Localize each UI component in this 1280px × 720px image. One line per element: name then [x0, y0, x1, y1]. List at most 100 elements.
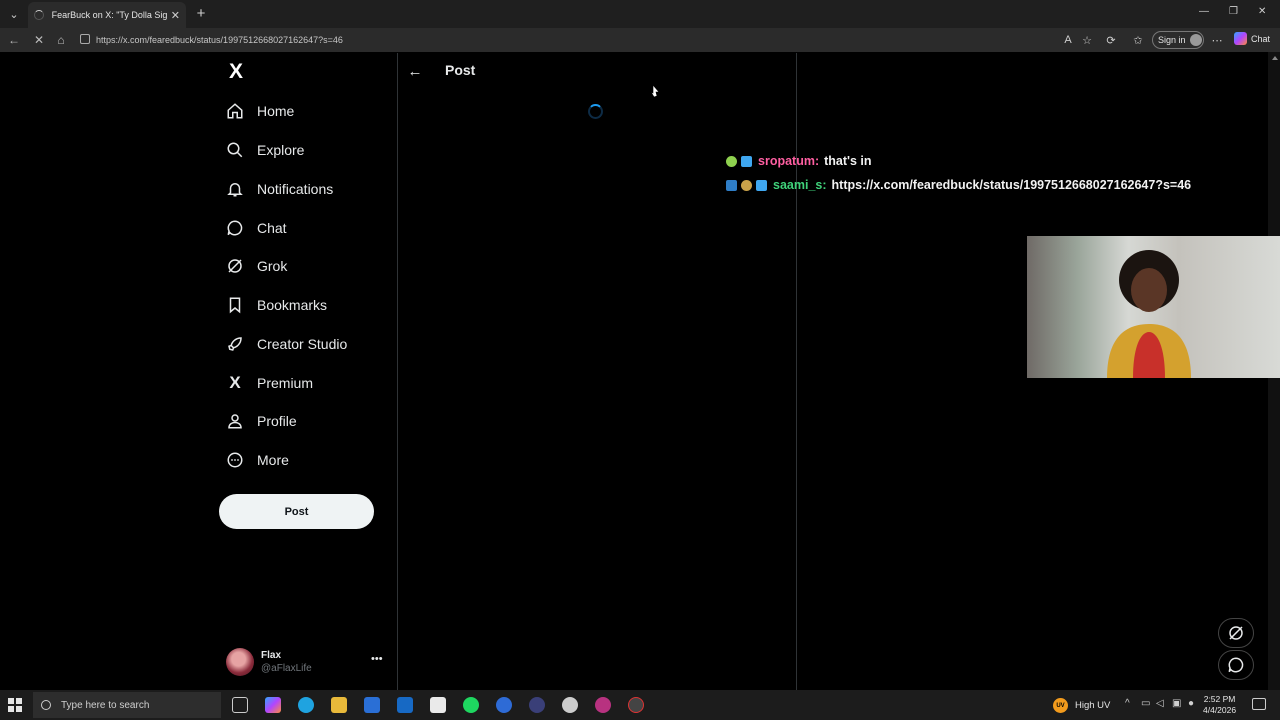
extensions-icon[interactable]: ⟳ — [1104, 33, 1118, 47]
tab-close-icon[interactable]: ✕ — [171, 9, 180, 22]
chat-bubble-icon — [222, 216, 248, 240]
sidebar-item-label: Explore — [257, 142, 305, 158]
search-icon — [222, 138, 248, 162]
account-switcher[interactable]: Flax @aFlaxLife ••• — [226, 645, 386, 679]
clock-date: 4/4/2026 — [1203, 705, 1237, 715]
favorite-star-icon[interactable]: ☆ — [1080, 33, 1094, 47]
sidebar-item-grok[interactable]: Grok — [222, 251, 287, 281]
restore-window-icon[interactable]: ❐ — [1229, 6, 1238, 17]
search-placeholder: Type here to search — [61, 699, 150, 711]
meet-now-icon[interactable]: ▭ — [1141, 698, 1150, 709]
sign-in-label: Sign in — [1158, 35, 1186, 45]
sidebar-item-chat[interactable]: Chat — [222, 213, 287, 243]
weather-widget[interactable]: UV High UV — [1053, 698, 1110, 713]
chat-username: saami_s — [773, 178, 823, 192]
spotify-icon[interactable] — [463, 697, 479, 713]
account-display-name: Flax — [261, 650, 282, 661]
cube-badge-icon — [741, 155, 752, 167]
sidebar-item-profile[interactable]: Profile — [222, 406, 297, 436]
chat-text: https://x.com/fearedbuck/status/19975126… — [831, 178, 1192, 192]
recording-app-icon[interactable] — [628, 697, 644, 713]
copilot-chat-button[interactable]: Chat — [1234, 32, 1270, 45]
home-nav-icon[interactable]: ⌂ — [53, 32, 69, 48]
chat-text: that's in — [824, 154, 872, 168]
browser-tab-bar: ⌄ FearBuck on X: "Ty Dolla Sign calle ✕ … — [0, 0, 1280, 28]
sidebar-item-label: Profile — [257, 413, 297, 429]
bell-icon — [222, 177, 248, 201]
compose-post-button[interactable]: Post — [219, 494, 374, 529]
x-logo-icon[interactable]: X — [226, 60, 246, 83]
sidebar-item-label: Notifications — [257, 181, 334, 197]
sidebar-item-premium[interactable]: X Premium — [222, 368, 313, 398]
sidebar-item-more[interactable]: More — [222, 445, 289, 475]
column-divider — [796, 53, 797, 690]
account-names: Flax @aFlaxLife — [261, 650, 312, 674]
store-icon[interactable] — [364, 697, 380, 713]
chat-message: sropatum: that's in — [726, 152, 872, 170]
stop-loading-icon[interactable]: ✕ — [31, 32, 47, 48]
new-tab-plus-icon[interactable]: + — [193, 4, 209, 22]
mail-icon[interactable] — [397, 697, 413, 713]
media-app-icon[interactable] — [529, 697, 545, 713]
back-arrow-icon[interactable]: ← — [406, 62, 424, 80]
obs-icon[interactable] — [562, 697, 578, 713]
favorites-list-icon[interactable]: ✩ — [1131, 33, 1145, 47]
edge-browser-icon[interactable] — [298, 697, 314, 713]
site-info-icon[interactable] — [80, 34, 90, 44]
minimize-window-icon[interactable]: — — [1199, 6, 1209, 17]
microphone-icon[interactable]: ● — [1188, 698, 1194, 709]
taskbar-search-box[interactable]: Type here to search — [33, 692, 221, 718]
file-explorer-icon[interactable] — [331, 697, 347, 713]
webcam-overlay — [1027, 236, 1280, 378]
browser-tab-active[interactable]: FearBuck on X: "Ty Dolla Sign calle ✕ — [28, 2, 186, 28]
copilot-label: Chat — [1251, 33, 1271, 44]
close-window-icon[interactable]: ✕ — [1258, 6, 1266, 17]
sidebar-item-bookmarks[interactable]: Bookmarks — [222, 290, 327, 320]
read-aloud-icon[interactable]: A — [1061, 33, 1075, 47]
network-icon[interactable]: ▣ — [1172, 698, 1181, 709]
discord-icon[interactable] — [595, 697, 611, 713]
settings-more-icon[interactable]: ⋯ — [1210, 33, 1224, 47]
task-view-icon[interactable] — [232, 697, 248, 713]
taco-badge-icon — [741, 179, 752, 191]
account-more-icon[interactable]: ••• — [371, 653, 383, 665]
rocket-icon — [222, 332, 248, 356]
back-nav-icon[interactable]: ← — [6, 32, 22, 48]
sidebar-item-explore[interactable]: Explore — [222, 135, 304, 165]
sidebar-item-creator-studio[interactable]: Creator Studio — [222, 329, 347, 359]
subscriber-badge-icon — [726, 155, 737, 167]
sidebar-item-home[interactable]: Home — [222, 96, 294, 126]
address-bar[interactable]: https://x.com/fearedbuck/status/19975126… — [76, 30, 1186, 50]
sidebar-item-label: Home — [257, 103, 295, 119]
chat-message: saami_s: https://x.com/fearedbuck/status… — [726, 176, 1191, 194]
cube-badge-icon — [756, 179, 767, 191]
grok-icon — [1229, 626, 1243, 640]
windows-start-icon[interactable] — [8, 698, 22, 712]
windows-taskbar: Type here to search UV High UV ^ ▭ ◁ ▣ ●… — [0, 690, 1280, 720]
sword-badge-icon — [726, 179, 737, 191]
sidebar-item-label: Grok — [257, 258, 288, 274]
profile-avatar-icon — [1189, 34, 1202, 46]
x-logo-icon: X — [229, 373, 241, 392]
tray-chevron-icon[interactable]: ^ — [1125, 698, 1130, 709]
ea-app-icon[interactable] — [496, 697, 512, 713]
messages-floating-button[interactable] — [1218, 650, 1254, 680]
notification-center-icon[interactable] — [1252, 698, 1266, 710]
sidebar-item-notifications[interactable]: Notifications — [222, 174, 333, 204]
copilot-app-icon[interactable] — [265, 697, 281, 713]
streamer-silhouette — [1107, 250, 1191, 378]
sign-in-button[interactable]: Sign in — [1152, 31, 1204, 49]
mouse-cursor-icon — [650, 84, 660, 98]
taskbar-clock[interactable]: 2:52 PM 4/4/2026 — [1203, 694, 1236, 716]
grok-floating-button[interactable] — [1218, 618, 1254, 648]
avatar — [226, 648, 254, 676]
browser-toolbar: ← ✕ ⌂ https://x.com/fearedbuck/status/19… — [0, 28, 1280, 52]
sidebar-item-label: Bookmarks — [257, 297, 328, 313]
chat-separator: : — [814, 154, 820, 168]
uv-sun-icon: UV — [1053, 698, 1068, 713]
tab-list-chevron-icon[interactable]: ⌄ — [4, 4, 24, 24]
tab-title: FearBuck on X: "Ty Dolla Sign calle — [51, 10, 167, 20]
url-text: https://x.com/fearedbuck/status/19975126… — [96, 35, 343, 45]
volume-icon[interactable]: ◁ — [1156, 698, 1164, 709]
notepad-icon[interactable] — [430, 697, 446, 713]
